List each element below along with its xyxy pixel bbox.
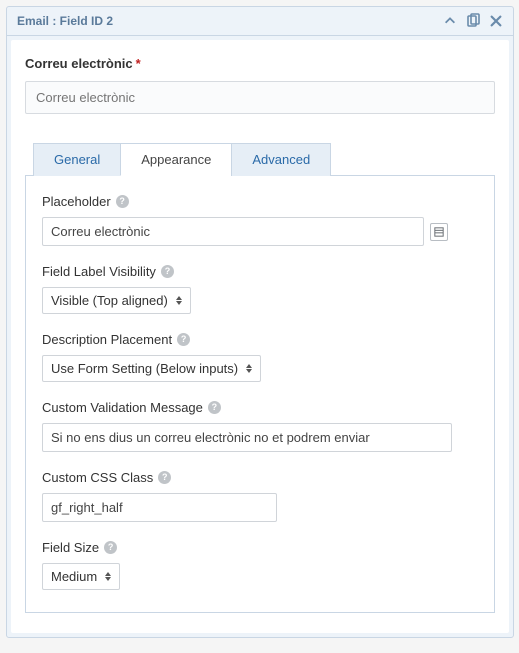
select-caret-icon <box>105 572 111 581</box>
validation-row: Custom Validation Message ? <box>42 400 478 452</box>
close-icon[interactable] <box>489 14 503 28</box>
desc-placement-select[interactable]: Use Form Setting (Below inputs) <box>42 355 261 382</box>
size-label: Field Size <box>42 540 99 555</box>
visibility-label: Field Label Visibility <box>42 264 156 279</box>
visibility-label-row: Field Label Visibility ? <box>42 264 478 279</box>
placeholder-row: Placeholder ? <box>42 194 478 246</box>
duplicate-icon[interactable] <box>465 13 481 29</box>
placeholder-label-row: Placeholder ? <box>42 194 478 209</box>
validation-label: Custom Validation Message <box>42 400 203 415</box>
help-icon[interactable]: ? <box>208 401 221 414</box>
css-row: Custom CSS Class ? <box>42 470 478 522</box>
help-icon[interactable]: ? <box>116 195 129 208</box>
select-caret-icon <box>176 296 182 305</box>
field-preview-input[interactable] <box>25 81 495 114</box>
tab-general[interactable]: General <box>33 143 121 176</box>
validation-input[interactable] <box>42 423 452 452</box>
required-indicator: * <box>136 56 141 71</box>
help-icon[interactable]: ? <box>161 265 174 278</box>
panel-title: Email : Field ID 2 <box>17 14 113 28</box>
tab-content-appearance: Placeholder ? Field Label Visibility ? V… <box>25 176 495 613</box>
field-label: Correu electrònic <box>25 56 133 71</box>
collapse-icon[interactable] <box>443 14 457 28</box>
panel-header: Email : Field ID 2 <box>7 7 513 36</box>
settings-tabs: General Appearance Advanced <box>25 142 495 176</box>
css-label-row: Custom CSS Class ? <box>42 470 478 485</box>
visibility-select[interactable]: Visible (Top aligned) <box>42 287 191 314</box>
tab-advanced[interactable]: Advanced <box>231 143 331 176</box>
size-value: Medium <box>51 569 97 584</box>
placeholder-input[interactable] <box>42 217 424 246</box>
tab-appearance[interactable]: Appearance <box>120 143 232 176</box>
help-icon[interactable]: ? <box>104 541 117 554</box>
help-icon[interactable]: ? <box>158 471 171 484</box>
css-label: Custom CSS Class <box>42 470 153 485</box>
select-caret-icon <box>246 364 252 373</box>
visibility-value: Visible (Top aligned) <box>51 293 168 308</box>
desc-placement-value: Use Form Setting (Below inputs) <box>51 361 238 376</box>
desc-placement-label-row: Description Placement ? <box>42 332 478 347</box>
visibility-row: Field Label Visibility ? Visible (Top al… <box>42 264 478 314</box>
validation-label-row: Custom Validation Message ? <box>42 400 478 415</box>
size-select[interactable]: Medium <box>42 563 120 590</box>
panel-actions <box>443 13 503 29</box>
size-row: Field Size ? Medium <box>42 540 478 590</box>
css-class-input[interactable] <box>42 493 277 522</box>
desc-placement-label: Description Placement <box>42 332 172 347</box>
desc-placement-row: Description Placement ? Use Form Setting… <box>42 332 478 382</box>
field-settings-panel: Email : Field ID 2 Correu electrònic* Ge… <box>6 6 514 638</box>
help-icon[interactable]: ? <box>177 333 190 346</box>
merge-tags-icon[interactable] <box>430 223 448 241</box>
size-label-row: Field Size ? <box>42 540 478 555</box>
field-label-row: Correu electrònic* <box>25 56 495 71</box>
panel-body: Correu electrònic* General Appearance Ad… <box>11 40 509 633</box>
placeholder-label: Placeholder <box>42 194 111 209</box>
